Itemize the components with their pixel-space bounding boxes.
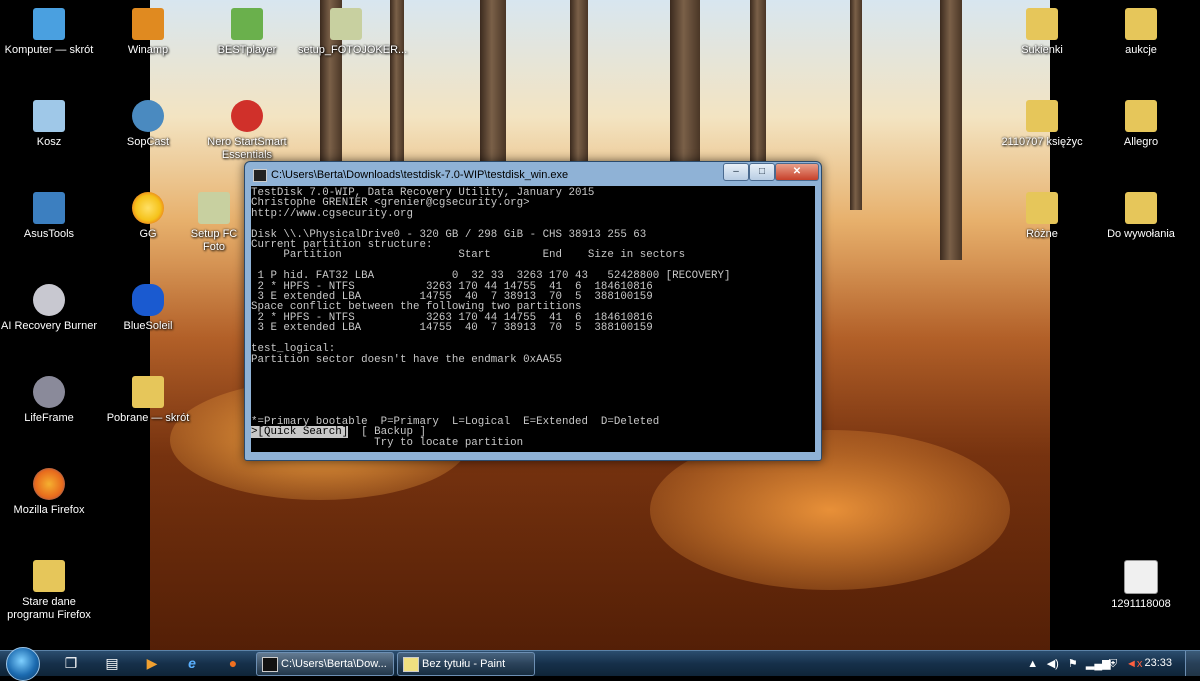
- desktop-icon-ksiezyc[interactable]: 2110707 księżyc: [994, 100, 1090, 149]
- taskbar: ❐ ▤ ▶ e ● C:\Users\Berta\Dow... Bez tytu…: [0, 647, 1200, 681]
- webcam-icon: [33, 376, 65, 408]
- folder-icon: [1125, 100, 1157, 132]
- console-text: TestDisk 7.0-WIP, Data Recovery Utility,…: [251, 186, 815, 448]
- desktop-icon-setup-fotojoker[interactable]: setup_FOTOJOKER...: [298, 8, 407, 57]
- console-line: Partition Start End Size in sectors: [251, 249, 686, 262]
- folder-icon: [1125, 192, 1157, 224]
- folder-icon: [1026, 100, 1058, 132]
- partition-row: 3 E extended LBA 14755 40 7 38913 70 5 3…: [251, 322, 653, 335]
- internet-explorer-pin-icon[interactable]: e: [177, 653, 207, 674]
- folder-icon: [1026, 192, 1058, 224]
- task-testdisk-console[interactable]: C:\Users\Berta\Dow...: [256, 652, 394, 676]
- nero-icon: [231, 100, 263, 132]
- installer-icon: [330, 8, 362, 40]
- desktop-icon-recycle-bin[interactable]: Kosz: [1, 100, 97, 149]
- installer-icon: [198, 192, 230, 224]
- desktop-icon-sopcast[interactable]: SopCast: [100, 100, 196, 149]
- desktop-icon-sukienki[interactable]: Sukienki: [994, 8, 1090, 57]
- firefox-icon: [33, 468, 65, 500]
- desktop-icon-image-file[interactable]: 1291118008: [1093, 560, 1189, 611]
- media-player-pin-icon[interactable]: ▶: [137, 653, 167, 674]
- film-icon: [231, 8, 263, 40]
- disc-icon: [33, 284, 65, 316]
- task-label: Bez tytułu - Paint: [422, 658, 506, 670]
- maximize-button[interactable]: □: [749, 163, 775, 181]
- system-tray: ▲ ◀) ⚑ ▂▄▆ ⛨ ◄x: [1023, 654, 1142, 674]
- folder-icon: [132, 376, 164, 408]
- folder-icon: [1026, 8, 1058, 40]
- desktop-icon-winamp[interactable]: Winamp: [100, 8, 196, 57]
- bluetooth-icon: [132, 284, 164, 316]
- close-button[interactable]: ✕: [775, 163, 819, 181]
- recycle-bin-icon: [33, 100, 65, 132]
- show-desktop-button[interactable]: [1185, 651, 1200, 676]
- desktop-icon-bestplayer[interactable]: BESTplayer: [199, 8, 295, 57]
- task-label: C:\Users\Berta\Dow...: [281, 658, 387, 670]
- paint-icon: [403, 657, 419, 672]
- firefox-pin-icon[interactable]: ●: [218, 653, 248, 674]
- console-output[interactable]: TestDisk 7.0-WIP, Data Recovery Utility,…: [251, 186, 815, 452]
- desktop-icon-asustools[interactable]: AsusTools: [1, 192, 97, 241]
- signal-strength-icon[interactable]: ▂▄▆: [1086, 654, 1111, 674]
- muted-speaker-icon[interactable]: ◄x: [1126, 654, 1142, 674]
- window-title: C:\Users\Berta\Downloads\testdisk-7.0-WI…: [271, 169, 569, 181]
- winamp-icon: [132, 8, 164, 40]
- desktop-icon-ai-recovery-burner[interactable]: AI Recovery Burner: [1, 284, 97, 333]
- desktop-icon-computer[interactable]: Komputer — skrót: [1, 8, 97, 57]
- explorer-pin-icon[interactable]: ❐: [56, 653, 86, 674]
- sopcast-icon: [132, 100, 164, 132]
- desktop-icon-setup-fc-foto[interactable]: Setup FC Foto: [180, 192, 248, 254]
- network-icon[interactable]: ⛨: [1106, 654, 1120, 674]
- desktop-icon-firefox[interactable]: Mozilla Firefox: [1, 468, 97, 517]
- desktop-icon-lifeframe[interactable]: LifeFrame: [1, 376, 97, 425]
- gg-sun-icon: [132, 192, 164, 224]
- folder-pin-icon[interactable]: ▤: [97, 653, 127, 674]
- show-hidden-icons-icon[interactable]: ▲: [1026, 654, 1040, 674]
- tree-trunk: [850, 0, 862, 210]
- computer-icon: [33, 8, 65, 40]
- desktop-icon-bluesoleil[interactable]: BlueSoleil: [100, 284, 196, 333]
- folder-icon: [33, 560, 65, 592]
- asus-tools-icon: [33, 192, 65, 224]
- desktop-icon-downloads[interactable]: Pobrane — skrót: [100, 376, 196, 425]
- tree-trunk: [940, 0, 962, 260]
- console-line: http://www.cgsecurity.org: [251, 207, 413, 220]
- folder-icon: [1125, 8, 1157, 40]
- start-button[interactable]: [6, 647, 40, 681]
- image-file-icon: [1124, 560, 1158, 594]
- console-line: Partition sector doesn't have the endmar…: [251, 353, 563, 366]
- task-paint[interactable]: Bez tytułu - Paint: [397, 652, 535, 676]
- action-center-flag-icon[interactable]: ⚑: [1066, 654, 1080, 674]
- desktop-icon-do-wywolania[interactable]: Do wywołania: [1093, 192, 1189, 241]
- desktop-icon-allegro[interactable]: Allegro: [1093, 100, 1189, 149]
- console-icon: [262, 657, 278, 672]
- minimize-button[interactable]: –: [723, 163, 749, 181]
- volume-icon[interactable]: ◀): [1046, 654, 1060, 674]
- clock[interactable]: 23:33: [1144, 651, 1172, 676]
- desktop-icon-rozne[interactable]: Różne: [994, 192, 1090, 241]
- desktop-icon-firefox-old-data[interactable]: Stare dane programu Firefox: [1, 560, 97, 622]
- testdisk-console-window[interactable]: C:\Users\Berta\Downloads\testdisk-7.0-WI…: [244, 161, 822, 461]
- desktop-icon-nero[interactable]: Nero StartSmart Essentials: [199, 100, 295, 162]
- desktop-icon-aukcje[interactable]: aukcje: [1093, 8, 1189, 57]
- option-hint: Try to locate partition: [251, 436, 524, 449]
